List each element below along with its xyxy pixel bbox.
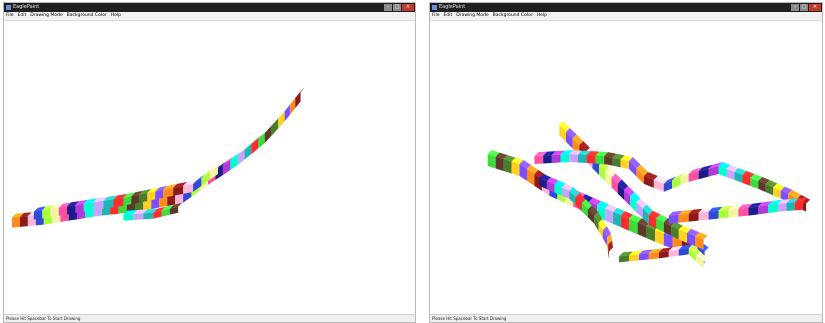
stroke-segment — [511, 161, 520, 176]
stroke-segment — [577, 154, 587, 164]
app-icon — [432, 5, 437, 10]
stroke-segment — [33, 210, 43, 220]
stroke-segment — [67, 205, 76, 215]
stroke-segment — [748, 206, 759, 216]
stroke-segment — [11, 216, 20, 228]
menu-drawing-mode[interactable]: Drawing Mode — [456, 12, 488, 20]
stroke-segment — [58, 206, 68, 216]
minimize-button[interactable]: – — [384, 4, 392, 11]
paint-window-left: EaglePaint – □ ✕ File Edit Drawing Mode … — [3, 2, 416, 323]
window-controls: – □ ✕ — [791, 4, 821, 11]
stroke-segment — [560, 154, 570, 163]
stroke-segment — [264, 125, 272, 144]
stroke-segment — [42, 209, 51, 219]
status-text: Please Hit Spacebar To Start Drawing — [432, 316, 507, 321]
menu-edit[interactable]: Edit — [444, 12, 453, 20]
stroke-segment — [569, 154, 578, 163]
stroke-segment — [278, 111, 285, 129]
stroke-segment — [495, 156, 504, 171]
stroke-segment — [83, 202, 94, 212]
menu-edit[interactable]: Edit — [18, 12, 27, 20]
minimize-button[interactable]: – — [791, 4, 799, 11]
stroke-segment — [688, 212, 699, 222]
window-title: EaglePaint — [13, 4, 40, 10]
stroke-segment — [289, 98, 296, 115]
stroke-segment — [503, 159, 512, 174]
stroke-segment — [794, 201, 804, 211]
paint-window-right: EaglePaint – □ ✕ File Edit Drawing Mode … — [429, 2, 823, 323]
stroke-drawing — [487, 121, 811, 269]
stroke-segment — [628, 254, 639, 262]
stroke-segment — [668, 214, 679, 224]
stroke-segment — [612, 157, 621, 168]
stroke-segment — [534, 155, 544, 165]
close-button[interactable]: ✕ — [402, 4, 414, 11]
stroke-segment — [113, 197, 124, 208]
menu-file[interactable]: File — [6, 12, 14, 20]
stroke-segment — [708, 210, 719, 220]
stroke-segment — [123, 214, 134, 221]
menu-background-color[interactable]: Background Color — [67, 12, 107, 20]
app-icon — [6, 5, 11, 10]
stroke-segment — [123, 196, 132, 206]
drawing-canvas[interactable] — [4, 21, 415, 315]
status-text: Please Hit Spacebar To Start Drawing — [6, 316, 81, 321]
stroke-segment — [604, 156, 613, 166]
stroke-segment — [271, 118, 278, 136]
menu-bar: File Edit Drawing Mode Background Color … — [430, 12, 822, 21]
stroke-segment — [638, 253, 649, 261]
stroke-segment — [487, 154, 496, 169]
stroke-segment — [19, 216, 28, 227]
stroke-segment — [768, 203, 779, 214]
stroke-segment — [678, 213, 689, 223]
stroke-segment — [595, 155, 605, 165]
drawing-canvas[interactable] — [430, 21, 822, 315]
menu-help[interactable]: Help — [537, 12, 547, 20]
stroke-segment — [778, 203, 787, 212]
title-bar[interactable]: EaglePaint – □ ✕ — [430, 3, 822, 12]
stroke-segment — [698, 211, 709, 221]
stroke-segment — [543, 155, 552, 164]
stroke-segment — [139, 193, 148, 203]
status-bar: Please Hit Spacebar To Start Drawing — [430, 314, 822, 322]
window-title: EaglePaint — [439, 4, 466, 10]
status-bar: Please Hit Spacebar To Start Drawing — [4, 314, 415, 322]
title-bar[interactable]: EaglePaint – □ ✕ — [4, 3, 415, 12]
stroke-segment — [147, 191, 156, 201]
stroke-segment — [93, 200, 104, 211]
close-button[interactable]: ✕ — [809, 4, 821, 11]
menu-bar: File Edit Drawing Mode Background Color … — [4, 12, 415, 21]
maximize-button[interactable]: □ — [800, 4, 808, 11]
stroke-segment — [551, 154, 561, 164]
stroke-segment — [648, 252, 659, 260]
stroke-segment — [620, 159, 629, 169]
stroke-segment — [75, 203, 84, 214]
menu-drawing-mode[interactable]: Drawing Mode — [30, 12, 62, 20]
stroke-segment — [619, 255, 629, 263]
menu-file[interactable]: File — [432, 12, 440, 20]
stroke-segment — [284, 104, 290, 122]
menu-background-color[interactable]: Background Color — [493, 12, 533, 20]
stroke-segment — [786, 202, 795, 212]
stroke-segment — [586, 155, 596, 164]
menu-help[interactable]: Help — [111, 12, 121, 20]
stroke-segment — [155, 189, 164, 200]
stroke-segment — [50, 207, 59, 217]
stroke-segment — [131, 194, 140, 205]
stroke-segment — [143, 212, 154, 220]
stroke-segment — [728, 208, 739, 218]
stroke-drawing — [11, 87, 305, 228]
stroke-segment — [758, 205, 769, 215]
window-controls: – □ ✕ — [384, 4, 414, 11]
stroke-segment — [133, 213, 144, 220]
stroke-segment — [738, 207, 749, 217]
maximize-button[interactable]: □ — [393, 4, 401, 11]
stroke-segment — [295, 91, 301, 109]
stroke-segment — [718, 209, 729, 219]
stroke-segment — [103, 199, 114, 209]
